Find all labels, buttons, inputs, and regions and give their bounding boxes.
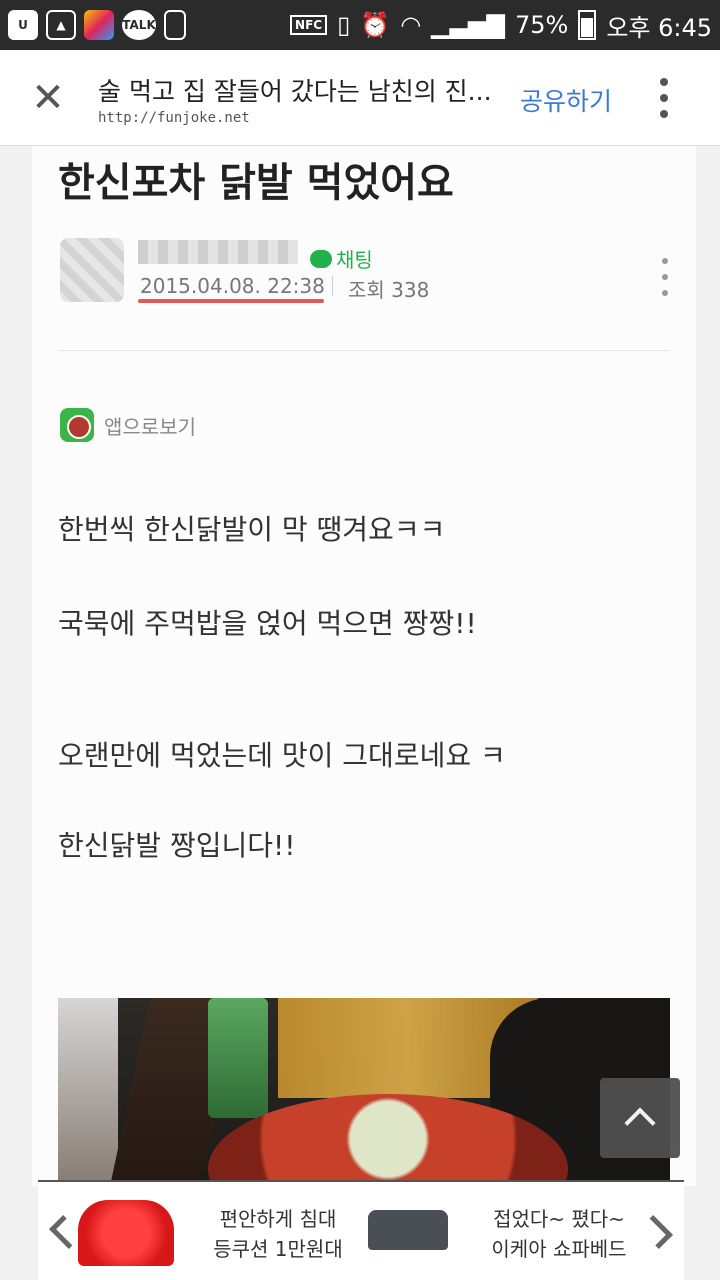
page-url: http://funjoke.net (98, 110, 250, 126)
wifi-icon: ◠ (400, 11, 422, 39)
system-status: NFC ▯ ⏰ ◠ ▁▃▅▇ 75% 오후 6:45 (290, 8, 712, 43)
battery-percent: 75% (514, 11, 569, 39)
signal-icon: ▁▃▅▇ (431, 11, 505, 39)
date-underline-annotation (138, 299, 324, 303)
post-paragraph: 국묵에 주먹밥을 얹어 먹으면 짱짱!! (58, 607, 477, 640)
kakaotalk-icon: TALK (122, 10, 156, 40)
avatar[interactable] (60, 238, 124, 302)
post-paragraph: 한신닭발 짱입니다!! (58, 829, 296, 862)
app-logo-icon (60, 408, 94, 442)
ad-item-text[interactable]: 접었다~ 폈다~ 이케아 쇼파베드 (474, 1204, 644, 1264)
author-name-blurred[interactable] (138, 240, 298, 264)
status-bar: U ▲ TALK NFC ▯ ⏰ ◠ ▁▃▅▇ 75% 오후 6:45 (0, 0, 720, 50)
chat-label: 채팅 (336, 248, 373, 272)
notification-icons: U ▲ TALK (8, 10, 186, 40)
more-dot (660, 94, 668, 102)
ad-image-cushion[interactable] (78, 1200, 174, 1266)
app-icon (84, 10, 114, 40)
photo-background-shape (208, 998, 268, 1118)
scroll-to-top-button[interactable] (600, 1078, 680, 1158)
close-button[interactable]: ✕ (28, 75, 68, 121)
ad-image-sofa[interactable] (368, 1210, 448, 1250)
chevron-right-icon (639, 1215, 673, 1249)
open-in-app-label: 앱으로보기 (104, 414, 196, 439)
meta-separator (332, 276, 333, 296)
open-in-app-button[interactable]: 앱으로보기 (60, 408, 196, 442)
ad-banner: 편안하게 침대 등쿠션 1만원대 접었다~ 폈다~ 이케아 쇼파베드 (38, 1180, 684, 1280)
battery-level (581, 17, 594, 37)
share-button[interactable]: 공유하기 (520, 82, 612, 118)
post-content: 한신포차 닭발 먹었어요 채팅 2015.04.08. 22:38 조회 338… (32, 146, 696, 1186)
post-menu-button[interactable] (660, 258, 670, 296)
battery-icon (578, 10, 597, 40)
divider (58, 350, 670, 351)
clock: 오후 6:45 (606, 13, 712, 42)
more-dot (662, 258, 668, 264)
ad-next-button[interactable] (639, 1206, 680, 1258)
browser-top-bar: ✕ 술 먹고 집 잘들어 갔다는 남친의 진... http://funjoke… (0, 50, 720, 146)
post-date: 2015.04.08. 22:38 (140, 274, 325, 298)
chat-link[interactable]: 채팅 (310, 244, 373, 273)
chat-bubble-icon (310, 249, 332, 268)
post-title: 한신포차 닭발 먹었어요 (58, 160, 454, 206)
vibrate-icon: ▯ (337, 11, 351, 39)
ad-item-text[interactable]: 편안하게 침대 등쿠션 1만원대 (198, 1204, 358, 1264)
alarm-icon: ⏰ (360, 11, 391, 39)
ad-prev-button[interactable] (42, 1206, 83, 1258)
post-paragraph: 한번씩 한신닭발이 막 땡겨요ㅋㅋ (58, 513, 446, 546)
nfc-icon: NFC (290, 15, 328, 35)
page-title: 술 먹고 집 잘들어 갔다는 남친의 진... (98, 77, 492, 106)
chevron-up-icon (624, 1107, 656, 1139)
more-options-button[interactable] (652, 78, 676, 118)
gallery-icon: ▲ (46, 10, 76, 40)
photo-background-shape (58, 998, 118, 1186)
more-dot (662, 274, 668, 280)
u-plus-icon: U (8, 10, 38, 40)
more-dot (662, 290, 668, 296)
post-paragraph: 오랜만에 먹었는데 맛이 그대로네요 ㅋ (58, 739, 506, 772)
food-photo[interactable] (58, 998, 670, 1186)
phone-icon (164, 10, 186, 40)
more-dot (660, 78, 668, 86)
close-icon: ✕ (31, 75, 65, 121)
more-dot (660, 110, 668, 118)
view-count: 조회 338 (348, 278, 430, 302)
